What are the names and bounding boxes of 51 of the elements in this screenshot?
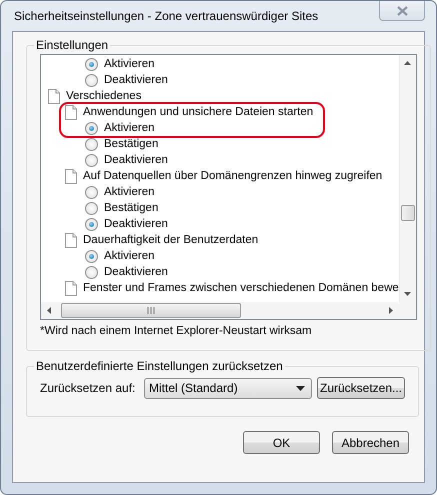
close-button[interactable] bbox=[379, 1, 425, 21]
reset-dropdown[interactable]: Mittel (Standard) bbox=[144, 378, 312, 398]
option-label[interactable]: Deaktivieren bbox=[104, 74, 168, 86]
option-label[interactable]: Aktivieren bbox=[104, 122, 154, 134]
radio-button[interactable] bbox=[85, 186, 98, 198]
dropdown-arrow-icon bbox=[296, 386, 305, 390]
setting-label: Dauerhaftigkeit der Benutzerdaten bbox=[83, 234, 258, 246]
reset-label: Zurücksetzen auf: bbox=[40, 381, 136, 395]
dialog-button[interactable]: OK bbox=[243, 431, 320, 454]
radio-button[interactable] bbox=[85, 58, 98, 70]
option-label[interactable]: Bestätigen bbox=[104, 202, 158, 214]
setting-label: Anwendungen und unsichere Dateien starten bbox=[83, 106, 314, 118]
category-label: Verschiedenes bbox=[66, 90, 142, 102]
scrollbar-thumb[interactable] bbox=[61, 303, 241, 318]
setting-label: Auf Datenquellen über Domänengrenzen hinweg zugreifen bbox=[83, 170, 382, 182]
page-icon bbox=[48, 88, 60, 104]
radio-button[interactable] bbox=[85, 74, 98, 86]
option-label[interactable]: Bestätigen bbox=[104, 138, 158, 150]
option-label[interactable]: Aktivieren bbox=[104, 58, 154, 70]
dialog-button[interactable]: Abbrechen bbox=[332, 431, 409, 454]
radio-button[interactable] bbox=[85, 218, 98, 230]
option-label[interactable]: Deaktivieren bbox=[104, 154, 168, 166]
page-icon bbox=[65, 280, 77, 296]
page-icon bbox=[65, 104, 77, 120]
scroll-up-icon[interactable] bbox=[404, 61, 412, 65]
vertical-scrollbar[interactable] bbox=[398, 55, 416, 302]
scroll-right-icon[interactable] bbox=[388, 307, 393, 314]
window-title: Sicherheitseinstellungen - Zone vertrauenswürdiger Sites bbox=[13, 9, 318, 23]
option-label[interactable]: Deaktivieren bbox=[104, 218, 168, 230]
radio-button[interactable] bbox=[85, 138, 98, 150]
grip-icon bbox=[147, 307, 155, 314]
option-label[interactable]: Aktivieren bbox=[104, 186, 154, 198]
restart-note: *Wird nach einem Internet Explorer-Neustart wirksam bbox=[40, 325, 313, 337]
scrollbar-thumb[interactable] bbox=[400, 205, 415, 221]
setting-label: Fenster und Frames zwischen verschiedenen Domänen bewe bbox=[83, 282, 399, 294]
group-title: Benutzerdefinierte Einstellungen zurücksetzen bbox=[35, 359, 284, 373]
reset-button[interactable]: Zurücksetzen... bbox=[317, 377, 405, 399]
page-icon bbox=[65, 168, 77, 184]
group-title: Einstellungen bbox=[35, 38, 110, 52]
scroll-down-icon[interactable] bbox=[404, 292, 412, 296]
radio-button[interactable] bbox=[85, 250, 98, 262]
radio-button[interactable] bbox=[85, 202, 98, 214]
option-label[interactable]: Deaktivieren bbox=[104, 266, 168, 278]
close-icon bbox=[396, 6, 408, 16]
horizontal-scrollbar[interactable] bbox=[41, 302, 399, 319]
radio-button[interactable] bbox=[85, 266, 98, 278]
page-icon bbox=[65, 232, 77, 248]
radio-button[interactable] bbox=[85, 122, 98, 134]
radio-button[interactable] bbox=[85, 154, 98, 166]
option-label[interactable]: Aktivieren bbox=[104, 250, 154, 262]
scroll-left-icon[interactable] bbox=[47, 307, 51, 314]
